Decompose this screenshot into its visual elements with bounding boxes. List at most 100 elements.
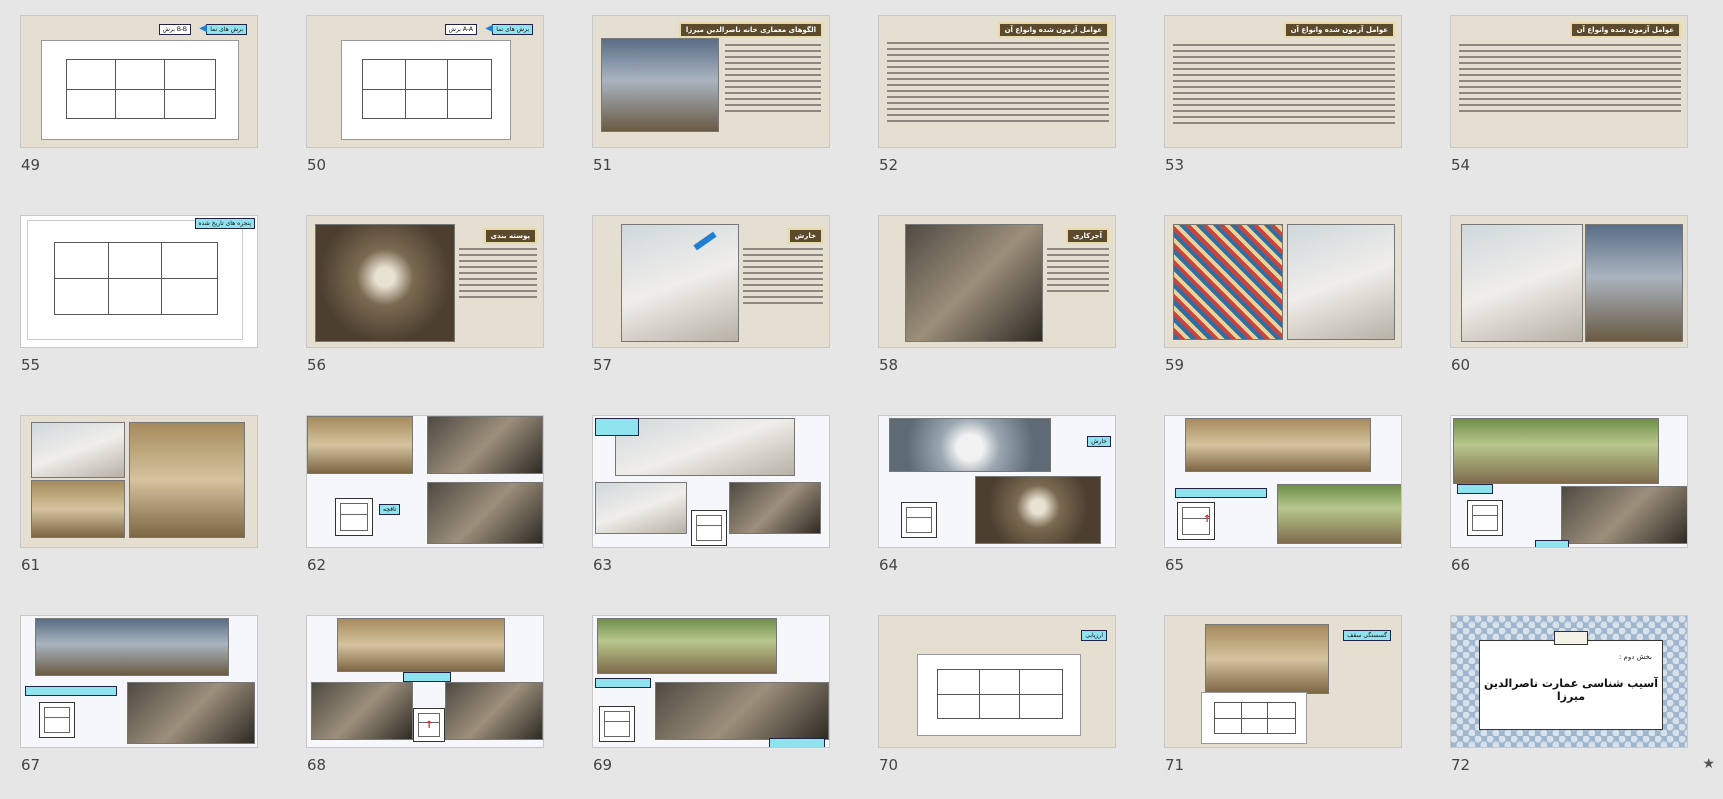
slide-thumbnail-61[interactable]: 61	[20, 415, 258, 599]
ceiling-photo	[621, 224, 739, 342]
facade-photo	[445, 682, 543, 740]
slide-number: 64	[879, 556, 899, 574]
slide-preview[interactable]: پنجره های تاریخ شده	[20, 215, 258, 348]
slide-preview[interactable]: پوسته بندی	[306, 215, 544, 348]
dome-interior-photo	[889, 418, 1051, 472]
slide-thumbnail-64[interactable]: خارش 64	[878, 415, 1116, 599]
slide-preview[interactable]	[1450, 215, 1688, 348]
slide-thumbnail-72[interactable]: بخش دوم : آسیب شناسی عمارت ناصرالدین میرز…	[1450, 615, 1688, 799]
slide-preview[interactable]: ارزیابی	[878, 615, 1116, 748]
slide-number: 67	[21, 756, 41, 774]
callout-box	[1457, 484, 1493, 494]
slide-callout: خارش	[1087, 436, 1111, 447]
slide-callout: برش های نما	[492, 24, 533, 35]
slide-preview[interactable]	[1450, 415, 1688, 548]
slide-sorter-grid: برش های نما برش B-B ◀ 49 برش های نما برش A-A ◀…	[0, 0, 1723, 785]
slide-preview[interactable]: برش های نما برش B-B ◀	[20, 15, 258, 148]
mini-site-plan	[901, 502, 937, 538]
slide-thumbnail-56[interactable]: پوسته بندی 56	[306, 215, 544, 399]
slide-preview[interactable]: ↑	[1164, 415, 1402, 548]
slide-thumbnail-62[interactable]: تاقچه 62	[306, 415, 544, 599]
text-block	[1459, 44, 1681, 116]
roof-photo	[655, 682, 829, 740]
slide-number: 55	[21, 356, 41, 374]
slide-number: 59	[1165, 356, 1185, 374]
slide-preview[interactable]: عوامل آزمون شده وانواع آن	[878, 15, 1116, 148]
slide-thumbnail-60[interactable]: 60	[1450, 215, 1688, 399]
slide-number: 68	[307, 756, 327, 774]
site-plan-drawing	[1201, 692, 1307, 744]
slide-thumbnail-70[interactable]: ارزیابی 70	[878, 615, 1116, 799]
slide-thumbnail-68[interactable]: ↑ 68	[306, 615, 544, 799]
courtyard-photo	[601, 38, 719, 132]
doorway-photo	[129, 422, 245, 538]
window-elevations-drawing	[27, 220, 243, 340]
interior-photo	[1287, 224, 1395, 340]
slide-preview[interactable]: ↑	[306, 615, 544, 748]
slide-preview[interactable]	[20, 615, 258, 748]
slide-preview[interactable]	[20, 415, 258, 548]
slide-thumbnail-69[interactable]: 69	[592, 615, 830, 799]
slide-thumbnail-55[interactable]: پنجره های تاریخ شده 55	[20, 215, 258, 399]
slide-number: 62	[307, 556, 327, 574]
yard-photo	[597, 618, 777, 674]
slide-callout: گسستگی سقف	[1343, 630, 1391, 641]
arrow-left-icon: ◀	[485, 23, 493, 34]
slide-thumbnail-53[interactable]: عوامل آزمون شده وانواع آن 53	[1164, 15, 1402, 199]
tilework-photo	[1173, 224, 1283, 340]
callout-box	[1175, 488, 1267, 498]
text-block	[459, 248, 537, 302]
wall-photo	[1561, 486, 1687, 544]
slide-callout: برش B-B	[158, 24, 191, 35]
slide-thumbnail-58[interactable]: آجرکاری 58	[878, 215, 1116, 399]
slide-thumbnail-63[interactable]: 63	[592, 415, 830, 599]
slide-number: 70	[879, 756, 899, 774]
slide-preview[interactable]: تاقچه	[306, 415, 544, 548]
slide-thumbnail-54[interactable]: عوامل آزمون شده وانواع آن 54	[1450, 15, 1688, 199]
slide-preview[interactable]	[1164, 215, 1402, 348]
ruin-photo	[729, 482, 821, 534]
text-block	[725, 44, 821, 116]
arrow-left-icon: ◀	[199, 23, 207, 34]
slide-preview[interactable]: عوامل آزمون شده وانواع آن	[1164, 15, 1402, 148]
dome-photo	[975, 476, 1101, 544]
cover-tab	[1554, 631, 1588, 645]
slide-preview[interactable]: برش های نما برش A-A ◀	[306, 15, 544, 148]
slide-callout: برش A-A	[444, 24, 477, 35]
slide-thumbnail-65[interactable]: ↑ 65	[1164, 415, 1402, 599]
slide-preview[interactable]: خارش	[878, 415, 1116, 548]
slide-thumbnail-52[interactable]: عوامل آزمون شده وانواع آن 52	[878, 15, 1116, 199]
text-block	[1173, 44, 1395, 128]
slide-number: 54	[1451, 156, 1471, 174]
slide-thumbnail-67[interactable]: 67	[20, 615, 258, 799]
slide-number: 72	[1451, 756, 1471, 774]
ruin-photo	[427, 416, 543, 474]
dome-photo	[315, 224, 455, 342]
slide-preview[interactable]: آجرکاری	[878, 215, 1116, 348]
slide-thumbnail-57[interactable]: خارش 57	[592, 215, 830, 399]
slide-thumbnail-66[interactable]: 66	[1450, 415, 1688, 599]
slide-callout: ارزیابی	[1081, 630, 1107, 641]
callout-box	[595, 418, 639, 436]
building-photo	[1205, 624, 1329, 694]
slide-title: عوامل آزمون شده وانواع آن	[1569, 22, 1681, 38]
slide-thumbnail-50[interactable]: برش های نما برش A-A ◀ 50	[306, 15, 544, 199]
section-drawing	[341, 40, 511, 140]
ruin-photo	[307, 416, 413, 474]
slide-preview[interactable]: گسستگی سقف	[1164, 615, 1402, 748]
slide-thumbnail-51[interactable]: الگوهای معماری خانه ناصرالدین میرزا 51	[592, 15, 830, 199]
slide-thumbnail-49[interactable]: برش های نما برش B-B ◀ 49	[20, 15, 258, 199]
slide-preview[interactable]	[592, 615, 830, 748]
callout-box	[595, 678, 651, 688]
slide-thumbnail-59[interactable]: 59	[1164, 215, 1402, 399]
slide-preview[interactable]: عوامل آزمون شده وانواع آن	[1450, 15, 1688, 148]
slide-preview[interactable]	[592, 415, 830, 548]
callout-box	[1535, 540, 1569, 547]
facade-photo	[337, 618, 505, 672]
slide-thumbnail-71[interactable]: گسستگی سقف 71	[1164, 615, 1402, 799]
callout-box	[25, 686, 117, 696]
red-arrow-icon: ↑	[425, 720, 434, 731]
slide-preview[interactable]: خارش	[592, 215, 830, 348]
slide-preview[interactable]: بخش دوم : آسیب شناسی عمارت ناصرالدین میرز…	[1450, 615, 1688, 748]
slide-preview[interactable]: الگوهای معماری خانه ناصرالدین میرزا	[592, 15, 830, 148]
